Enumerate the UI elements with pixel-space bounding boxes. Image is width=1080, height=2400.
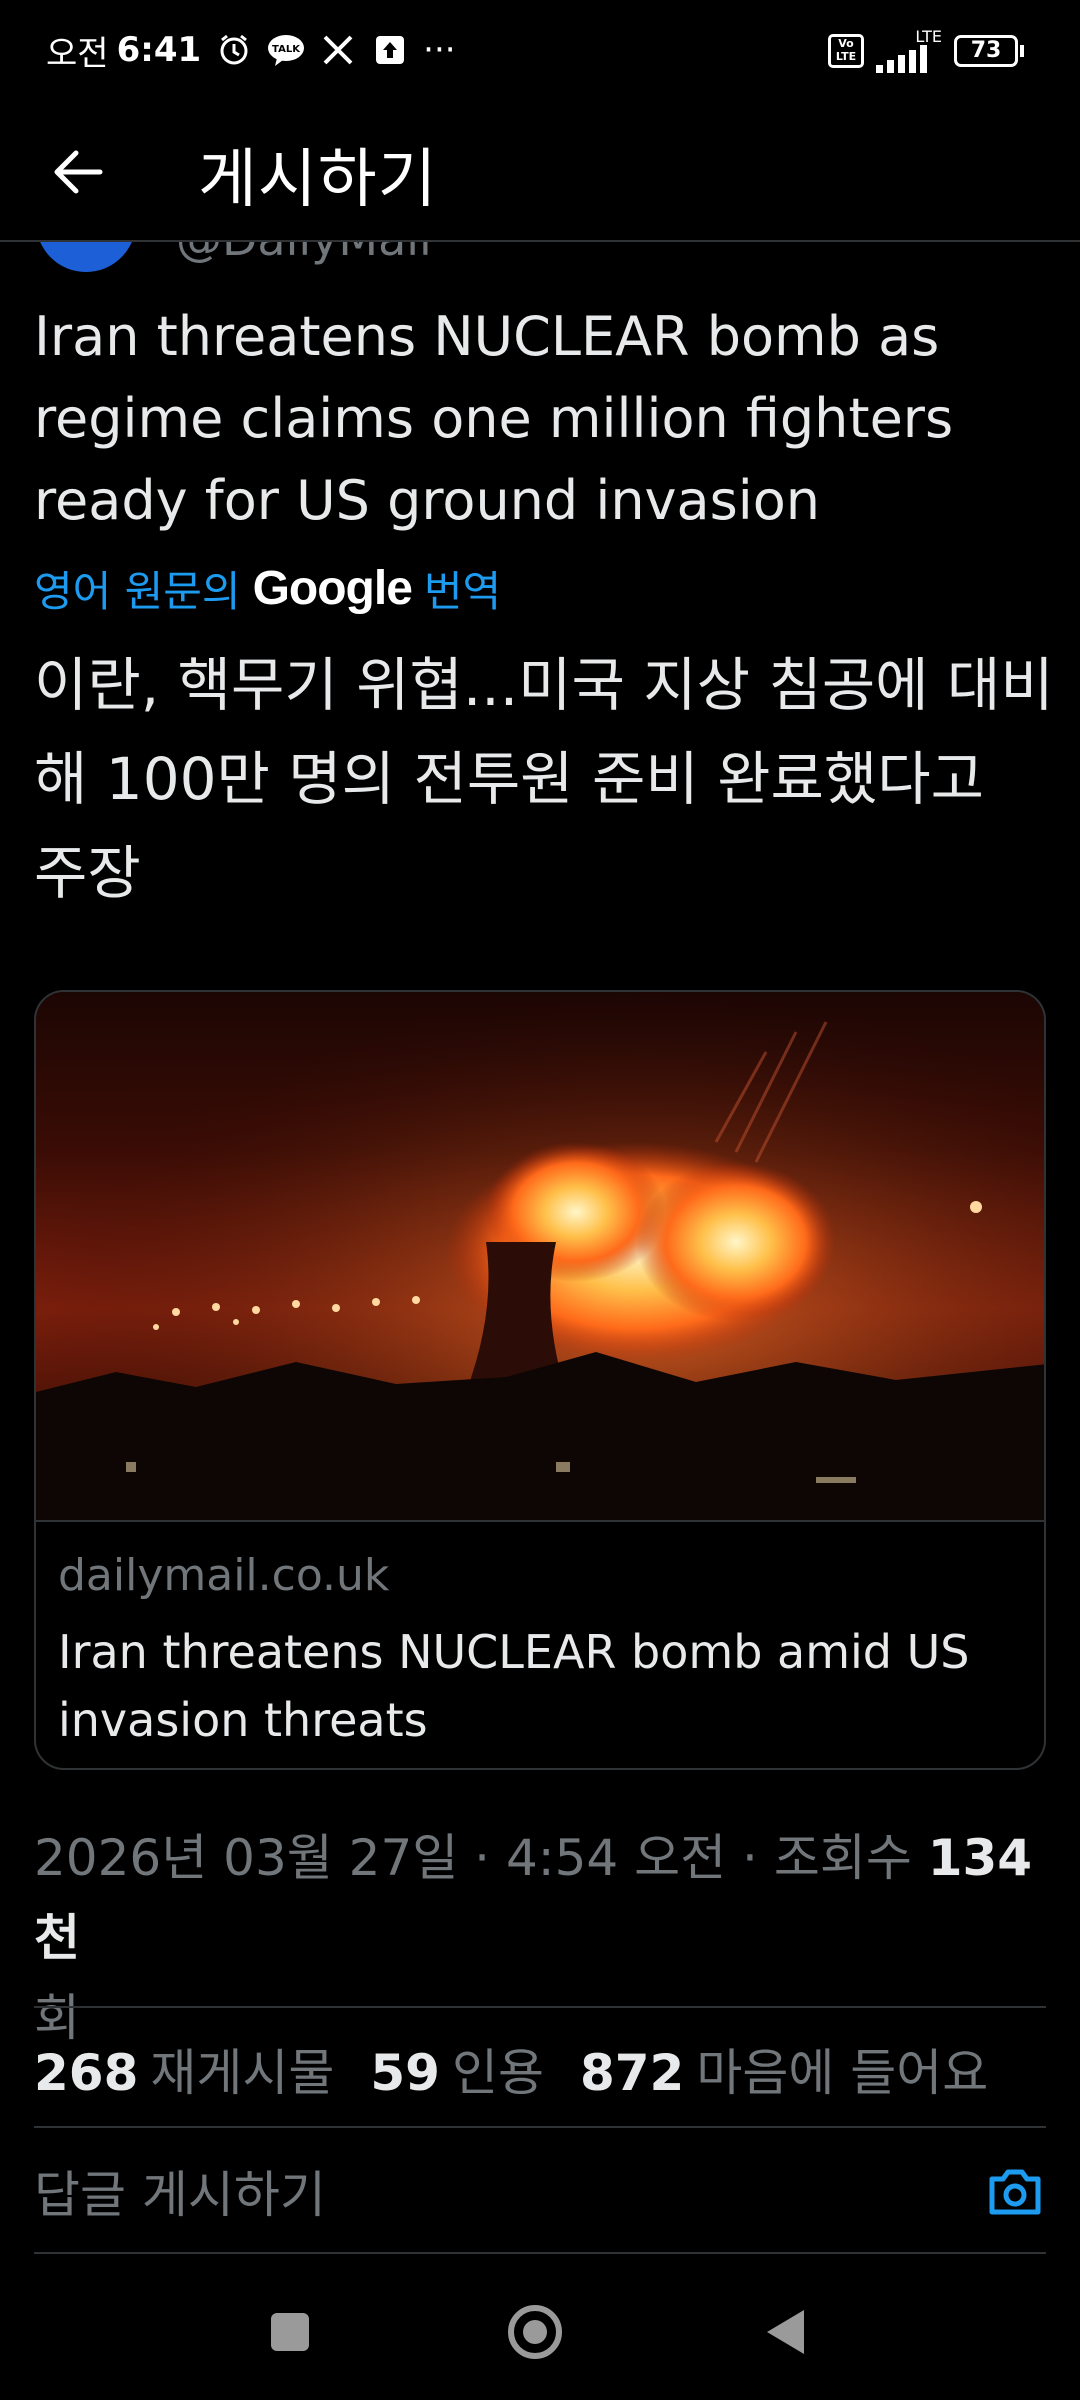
back-nav-button[interactable] <box>750 2302 820 2362</box>
page-title: 게시하기 <box>198 143 438 217</box>
battery-level: 73 <box>954 35 1018 67</box>
likes-label: 마음에 들어요 <box>696 2044 989 2102</box>
reposts-label: 재게시물 <box>150 2044 335 2102</box>
translate-prefix[interactable]: 영어 원문의 <box>34 558 241 619</box>
divider <box>34 2252 1046 2254</box>
translate-row[interactable]: 영어 원문의 Google 번역 <box>34 556 501 620</box>
quotes-count: 59 <box>370 2044 440 2102</box>
card-meta[interactable]: dailymail.co.uk Iran threatens NUCLEAR b… <box>36 1520 1044 1768</box>
translated-text: 이란, 핵무기 위협...미국 지상 침공에 대비해 100만 명의 전투원 준… <box>34 651 1054 907</box>
avatar[interactable] <box>36 242 136 272</box>
status-left: 오전 6:41 TALK ··· <box>46 26 456 74</box>
kakaotalk-icon: TALK <box>267 31 305 69</box>
status-right: Vo LTE LTE 73 <box>828 28 1024 74</box>
engagement-stats: 268 재게시물 59 인용 872 마음에 들어요 <box>34 2036 1024 2102</box>
camera-button[interactable] <box>980 2160 1050 2224</box>
network-type: LTE <box>915 27 942 46</box>
post-meta: 2026년 03월 27일 · 4:54 오전 · 조회수 134천 회 <box>34 1818 1054 2058</box>
system-nav-bar <box>0 2262 1080 2400</box>
card-domain: dailymail.co.uk <box>58 1550 390 1601</box>
likes-stat[interactable]: 872 마음에 들어요 <box>580 2033 988 2105</box>
explosion-image <box>36 992 1044 1520</box>
post-datetime: 2026년 03월 27일 · 4:54 오전 · 조회수 <box>34 1829 928 1887</box>
author-handle[interactable]: @DailyMail <box>176 242 432 266</box>
volte-icon: Vo LTE <box>828 34 864 68</box>
x-app-icon <box>319 31 357 69</box>
kakaotalk-label: TALK <box>272 44 301 55</box>
triangle-back-icon <box>767 2310 804 2354</box>
reply-bar: 답글 게시하기 <box>0 2130 1080 2250</box>
author-row[interactable]: @DailyMail <box>0 242 1080 272</box>
reposts-count: 268 <box>34 2044 139 2102</box>
google-logo: Google <box>252 561 413 615</box>
back-button[interactable] <box>40 134 116 210</box>
status-time: 6:41 <box>116 30 202 70</box>
likes-count: 872 <box>579 2044 685 2102</box>
square-icon <box>271 2313 309 2351</box>
card-image[interactable] <box>36 992 1044 1520</box>
status-ampm: 오전 <box>46 33 109 74</box>
tweet-text: Iran threatens NUCLEAR bomb as regime cl… <box>34 305 954 532</box>
divider <box>34 2006 1046 2008</box>
more-notifications: ··· <box>423 30 456 70</box>
app-bar: 게시하기 <box>0 100 1080 242</box>
arrow-left-icon <box>54 150 103 194</box>
home-button[interactable] <box>500 2302 570 2362</box>
quotes-label: 인용 <box>451 2044 544 2102</box>
translate-suffix[interactable]: 번역 <box>424 558 501 619</box>
battery-icon: 73 <box>954 35 1024 67</box>
link-card[interactable]: dailymail.co.uk Iran threatens NUCLEAR b… <box>34 990 1046 1770</box>
circle-home-icon <box>508 2305 562 2359</box>
upload-icon <box>371 31 409 69</box>
alarm-icon <box>215 31 253 69</box>
reply-input[interactable]: 답글 게시하기 <box>34 2156 934 2226</box>
quotes-stat[interactable]: 59 인용 <box>370 2033 544 2105</box>
recents-button[interactable] <box>255 2302 325 2362</box>
status-bar: 오전 6:41 TALK ··· Vo LTE LTE 73 <box>0 0 1080 100</box>
signal-icon: LTE <box>876 29 942 73</box>
card-title: Iran threatens NUCLEAR bomb amid US inva… <box>58 1625 970 1747</box>
camera-icon <box>989 2169 1041 2215</box>
divider <box>34 2126 1046 2128</box>
reposts-stat[interactable]: 268 재게시물 <box>34 2033 334 2105</box>
